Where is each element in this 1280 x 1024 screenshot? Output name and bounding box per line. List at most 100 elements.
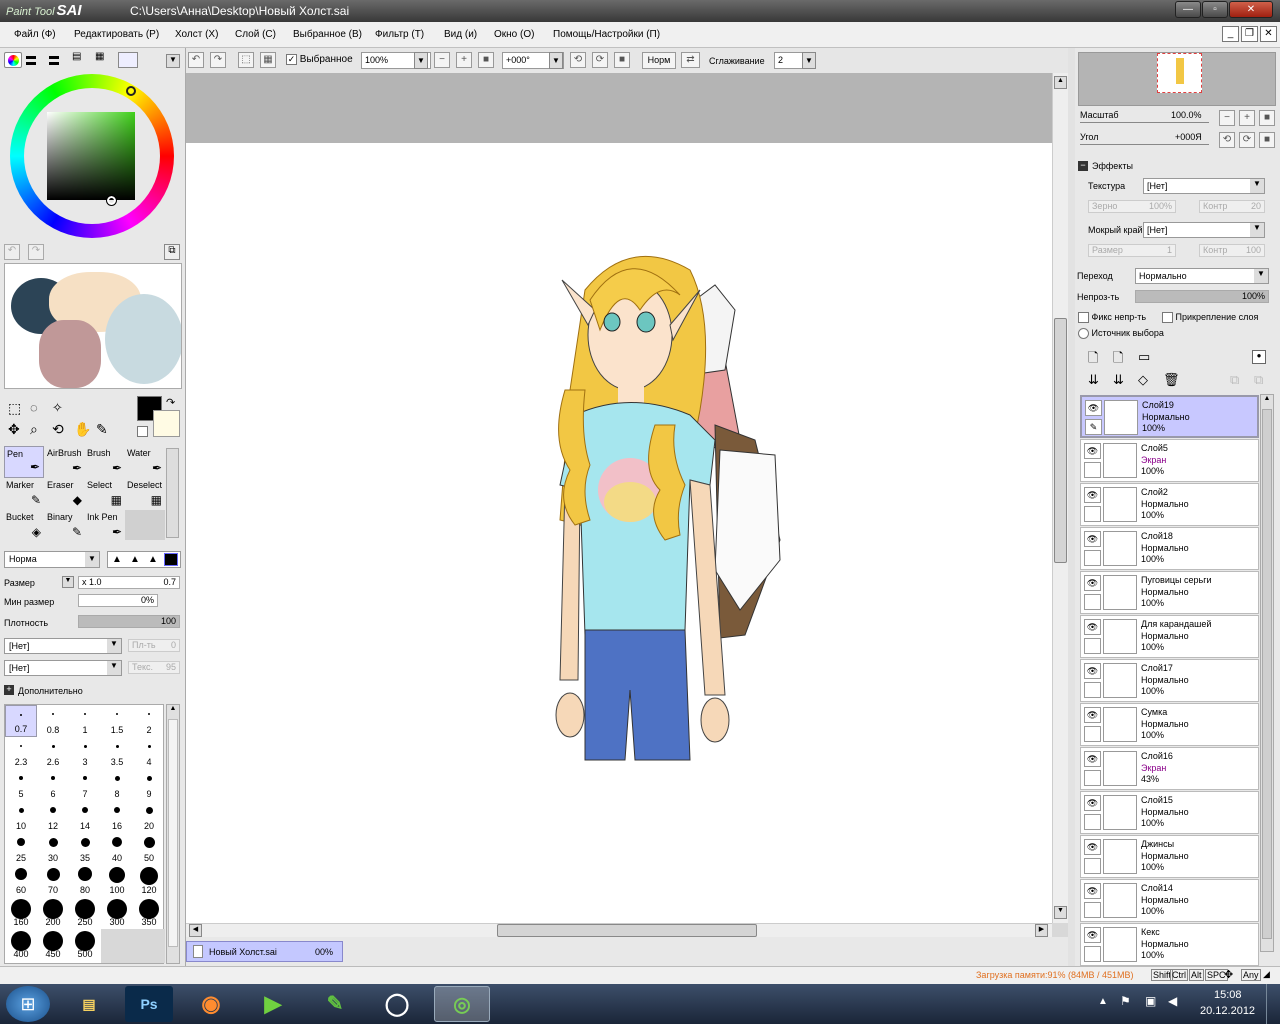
brush-size-cell[interactable]: 25 [5,833,37,865]
layer-row[interactable]: 👁 Слой5 Экран 100% [1080,439,1259,482]
taskbar-firefox[interactable]: ◉ [186,986,236,1022]
layer-lock-toggle[interactable] [1084,462,1101,478]
brush-size-cell[interactable]: 2.3 [5,737,37,769]
layer-lock-toggle[interactable] [1084,682,1101,698]
chevron-down-icon[interactable]: ▼ [85,552,99,567]
rgb-slider-tab[interactable]: ▬ ▬ [26,52,44,68]
tool-binary[interactable]: Binary ✎ [45,510,85,542]
lasso-icon[interactable]: ◌ [30,400,38,415]
chevron-down-icon[interactable]: ▼ [107,639,121,653]
layer-row[interactable]: 👁 Кекс Нормально 100% [1080,923,1259,966]
texture-strength-slider[interactable]: Текс. 95 [128,661,180,674]
texture-contrast-slider[interactable]: Контр 20 [1199,200,1265,213]
vertical-scrollbar[interactable]: ▲ ▼ [1052,73,1068,923]
eye-icon[interactable]: 👁 [1084,795,1101,811]
brush-size-cell[interactable]: 14 [69,801,101,833]
taskbar-sai[interactable]: ◎ [434,986,490,1022]
density-slider[interactable]: 100 [78,615,180,628]
brush-size-cell[interactable]: 10 [5,801,37,833]
layer-lock-toggle[interactable] [1084,638,1101,654]
clear-layer-icon[interactable]: ◇ [1138,372,1148,388]
tool-deselect[interactable]: Deselect ▦ [125,478,165,510]
clock-time[interactable]: 15:08 [1214,989,1242,1001]
copy-layer-icon[interactable]: ⧉ [1254,372,1263,388]
vscroll-thumb[interactable] [1054,318,1067,563]
panel-splitter[interactable] [1068,48,1075,966]
layer-lock-toggle[interactable] [1084,946,1101,962]
layer-blend-select[interactable]: Нормально [1135,268,1269,284]
nav-zoom-reset-button[interactable]: ■ [1259,110,1275,126]
layer-lock-toggle[interactable] [1084,858,1101,874]
saturation-value-square[interactable] [47,112,135,200]
angle-track[interactable] [1080,144,1209,145]
tool-pen[interactable]: Pen ✒ [4,446,44,478]
deselect-button[interactable]: ⬚ [238,52,254,68]
hsv-slider-tab[interactable]: ▬ ▬ [49,52,67,68]
eye-icon[interactable]: 👁 [1084,487,1101,503]
navigator-preview[interactable] [1078,52,1276,106]
tool-eraser[interactable]: Eraser ◆ [45,478,85,510]
taskbar-explorer[interactable]: ▤ [64,986,114,1022]
brush-size-cell[interactable]: 200 [37,897,69,929]
nav-zoom-in-button[interactable]: + [1239,110,1255,126]
brush-size-cell[interactable]: 300 [101,897,133,929]
layer-lock-toggle[interactable] [1084,506,1101,522]
layer-row[interactable]: 👁 Слой14 Нормально 100% [1080,879,1259,922]
wet-contrast-slider[interactable]: Контр 100 [1199,244,1265,257]
tools-scrollbar[interactable] [166,448,179,538]
new-folder-icon[interactable]: ▭ [1138,349,1150,365]
layer-lock-toggle[interactable] [1084,770,1101,786]
brush-size-cell[interactable]: 70 [37,865,69,897]
tray-flag-icon[interactable]: ⚑ [1120,994,1131,1008]
nav-angle-value[interactable]: +000Я [1175,132,1202,142]
layer-row[interactable]: 👁 ✎ Слой19 Нормально 100% [1080,395,1259,438]
secondary-color-swatch[interactable] [153,410,180,437]
wet-size-slider[interactable]: Размер 1 [1088,244,1176,257]
chevron-down-icon[interactable]: ▼ [414,52,428,69]
brush-size-cell[interactable]: 2.6 [37,737,69,769]
undo-scratch-button[interactable]: ↶ [4,244,20,260]
delete-layer-icon[interactable]: 🗑 [1163,372,1180,388]
taskbar-opera[interactable]: ◯ [372,986,422,1022]
menu-canvas[interactable]: Холст (Х) [175,29,218,40]
advanced-label[interactable]: Дополнительно [18,686,83,696]
brush-size-scrollbar[interactable]: ▲ [166,704,180,964]
rotate-right-button[interactable]: ⟳ [592,52,608,68]
scroll-up-button[interactable]: ▲ [1054,76,1067,89]
tool-select[interactable]: Select ▦ [85,478,125,510]
eye-icon[interactable]: 👁 [1084,927,1101,943]
redo-button[interactable]: ↷ [210,52,226,68]
brush-size-cell[interactable]: 40 [101,833,133,865]
brush-size-cell[interactable]: 9 [133,769,165,801]
zoom-out-button[interactable]: − [434,52,450,68]
brush-size-cell[interactable]: 35 [69,833,101,865]
layers-scrollbar[interactable]: ▲ [1260,394,1274,952]
chevron-down-icon[interactable]: ▼ [1250,179,1264,193]
hscroll-thumb[interactable] [497,924,757,937]
layer-mask-icon[interactable]: ● [1252,350,1266,364]
taskbar-evernote[interactable]: ✎ [310,986,360,1022]
hand-icon[interactable]: ✋ [74,421,91,438]
layer-row[interactable]: 👁 Слой18 Нормально 100% [1080,527,1259,570]
brush-size-cell[interactable]: 160 [5,897,37,929]
close-button[interactable]: ✕ [1229,1,1273,18]
taskbar-media[interactable]: ▶ [248,986,298,1022]
view-mode-button[interactable]: Норм [642,52,676,69]
layer-row[interactable]: 👁 Для карандашей Нормально 100% [1080,615,1259,658]
magic-wand-icon[interactable]: ✧ [52,400,63,416]
maximize-button[interactable]: ▫ [1202,1,1228,18]
brush-size-cell[interactable]: 12 [37,801,69,833]
brush-size-cell[interactable]: 8 [101,769,133,801]
swatches-tab[interactable]: ▦ [95,52,113,66]
nav-zoom-out-button[interactable]: − [1219,110,1235,126]
clock-date[interactable]: 20.12.2012 [1200,1005,1255,1017]
menu-layer[interactable]: Слой (С) [235,29,276,40]
eye-icon[interactable]: 👁 [1084,619,1101,635]
min-size-slider[interactable]: 0% [78,594,158,607]
scroll-down-button[interactable]: ▼ [1054,906,1067,919]
tool-ink-pen[interactable]: Ink Pen ✒ [85,510,125,542]
minimize-button[interactable]: — [1175,1,1201,18]
nav-rotate-right-button[interactable]: ⟳ [1239,132,1255,148]
brush-size-cell[interactable]: 3.5 [101,737,133,769]
document-tab[interactable]: Новый Холст.sai 00% [186,941,343,962]
